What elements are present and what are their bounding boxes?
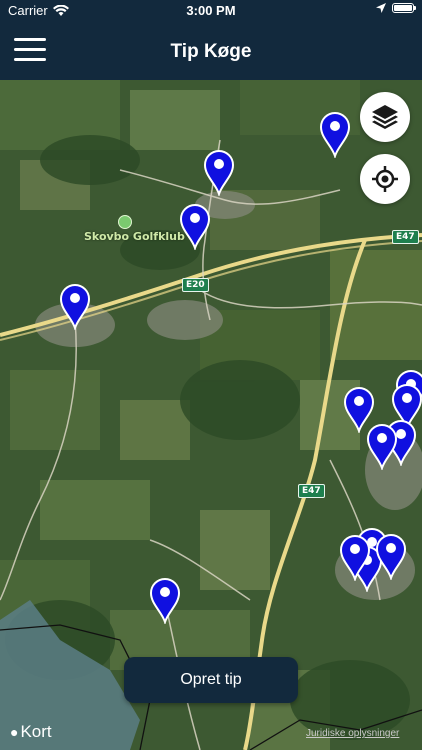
legal-info-link[interactable]: Juridiske oplysninger [306, 728, 399, 739]
battery-fill [394, 5, 412, 11]
place-label-golfclub: Skovbo Golfklub [84, 230, 185, 243]
status-right [376, 3, 416, 13]
map-pin[interactable] [204, 150, 234, 196]
page-title: Tip Køge [170, 41, 252, 62]
status-bar: Carrier 3:00 PM [0, 0, 422, 22]
layers-icon [372, 105, 398, 129]
maps-logo: ● Kort [10, 722, 52, 742]
map-pin[interactable] [376, 534, 406, 580]
apple-logo-icon: ● [10, 724, 19, 740]
locate-icon [372, 166, 398, 192]
status-time: 3:00 PM [186, 3, 236, 18]
map-pin[interactable] [320, 112, 350, 158]
layers-button[interactable] [360, 92, 410, 142]
road-shield-e47-south: E47 [298, 484, 325, 498]
map-pin[interactable] [340, 535, 370, 581]
road-shield-e20: E20 [182, 278, 209, 292]
road-shield-e47-north: E47 [392, 230, 419, 244]
golf-icon [118, 215, 132, 229]
maps-brand-label: Kort [20, 722, 52, 741]
map-pin[interactable] [367, 424, 397, 470]
location-arrow-icon [376, 3, 386, 13]
map-pin[interactable] [60, 284, 90, 330]
map-pin[interactable] [150, 578, 180, 624]
map-view[interactable]: Skovbo Golfklub E47 E20 E47 [0, 80, 422, 750]
nav-bar: Tip Køge [0, 22, 422, 80]
map-pin[interactable] [180, 204, 210, 250]
locate-button[interactable] [360, 154, 410, 204]
battery-icon [392, 3, 416, 13]
create-tip-button[interactable]: Opret tip [124, 657, 298, 703]
